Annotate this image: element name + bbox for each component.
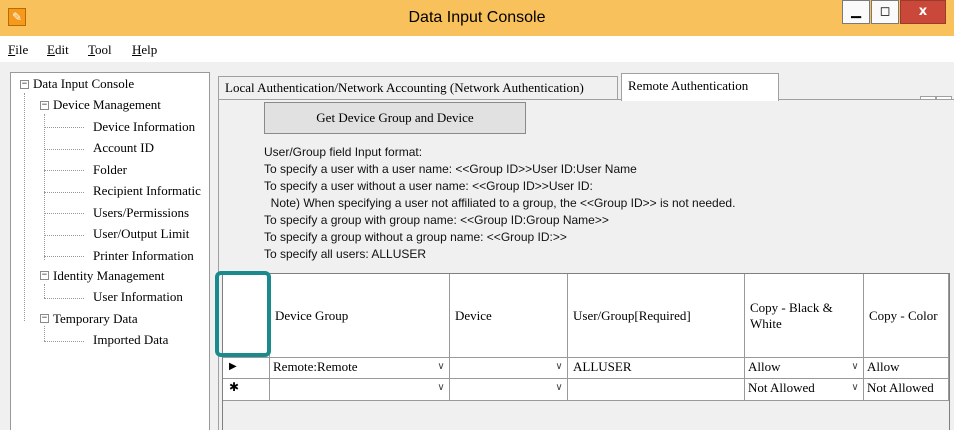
title-bar: ✎ Data Input Console <box>0 0 954 36</box>
device-select[interactable]: ∨ <box>450 379 568 401</box>
chevron-down-icon[interactable]: ∨ <box>551 379 567 400</box>
tree-imported-data[interactable]: Imported Data <box>93 332 168 348</box>
info-line: To specify a group with group name: <<Gr… <box>264 213 609 227</box>
tree-connector <box>44 192 84 193</box>
menu-edit[interactable]: Edit <box>47 42 69 58</box>
close-button[interactable]: x <box>900 0 946 24</box>
tree-root[interactable]: Data Input Console <box>33 76 134 92</box>
tree-connector <box>44 326 45 341</box>
tree-connector <box>44 114 45 260</box>
tree-printer-information[interactable]: Printer Information <box>93 248 194 264</box>
info-line: Note) When specifying a user not affilia… <box>264 196 736 210</box>
tree-account-id[interactable]: Account ID <box>93 140 154 156</box>
tree-users-permissions[interactable]: Users/Permissions <box>93 205 189 221</box>
menu-help[interactable]: Help <box>132 42 157 58</box>
new-row-icon[interactable]: ✱ <box>223 379 270 401</box>
tree-device-management[interactable]: Device Management <box>53 97 161 113</box>
maximize-button[interactable]: ◻ <box>871 0 899 24</box>
device-group-select[interactable]: Remote:Remote ∨ <box>270 358 450 379</box>
tree-user-output-limit[interactable]: User/Output Limit <box>93 226 189 242</box>
collapse-icon[interactable]: − <box>40 271 49 280</box>
tree-identity-management[interactable]: Identity Management <box>53 268 165 284</box>
tree-connector <box>44 170 84 171</box>
tree-connector <box>44 256 84 257</box>
copy-bw-value: Not Allowed <box>748 380 815 395</box>
device-group-value: Remote:Remote <box>273 359 358 374</box>
tree-connector <box>44 149 84 150</box>
tree-recipient-information[interactable]: Recipient Informatic <box>93 183 201 199</box>
get-device-group-label: Get Device Group and Device <box>316 110 474 125</box>
current-row-icon[interactable]: ▶ <box>223 358 270 379</box>
window-title: Data Input Console <box>408 9 546 26</box>
chevron-down-icon[interactable]: ∨ <box>551 358 567 378</box>
tab-local-authentication[interactable]: Local Authentication/Network Accounting … <box>218 76 618 100</box>
menu-bar: File Edit Tool Help <box>0 36 954 62</box>
chevron-down-icon[interactable]: ∨ <box>847 358 863 378</box>
collapse-icon[interactable]: − <box>20 80 29 89</box>
copy-bw-select[interactable]: Not Allowed ∨ <box>745 379 864 401</box>
minimize-button[interactable]: ▁ <box>842 0 870 24</box>
tree-device-information[interactable]: Device Information <box>93 119 195 135</box>
device-select[interactable]: ∨ <box>450 358 568 379</box>
info-line: To specify all users: ALLUSER <box>264 247 427 261</box>
tab-strip: Local Authentication/Network Accounting … <box>218 70 954 101</box>
info-line: To specify a group without a group name:… <box>264 230 567 244</box>
device-group-select[interactable]: ∨ <box>270 379 450 401</box>
chevron-down-icon[interactable]: ∨ <box>433 379 449 400</box>
info-line: To specify a user with a user name: <<Gr… <box>264 162 637 176</box>
tree-connector <box>24 93 25 321</box>
copy-color-select[interactable]: Allow <box>864 358 949 379</box>
column-header-copy-bw[interactable]: Copy - Black & White <box>745 274 864 358</box>
info-line: To specify a user without a user name: <… <box>264 179 593 193</box>
tab-remote-authentication[interactable]: Remote Authentication <box>621 73 779 101</box>
navigation-tree[interactable]: − Data Input Console − Device Management… <box>10 72 210 430</box>
tree-connector <box>44 284 45 298</box>
column-header-copy-color[interactable]: Copy - Color <box>864 274 949 358</box>
tree-connector <box>44 127 84 128</box>
chevron-down-icon[interactable]: ∨ <box>433 358 449 378</box>
tree-user-information[interactable]: User Information <box>93 289 183 305</box>
row-header-highlight <box>215 271 271 357</box>
tree-folder[interactable]: Folder <box>93 162 127 178</box>
menu-file[interactable]: File <box>8 42 28 58</box>
copy-color-select[interactable]: Not Allowed <box>864 379 949 401</box>
collapse-icon[interactable]: − <box>40 314 49 323</box>
tree-connector <box>44 341 84 342</box>
copy-bw-value: Allow <box>748 359 781 374</box>
tree-connector <box>44 235 84 236</box>
tree-connector <box>44 213 84 214</box>
copy-bw-select[interactable]: Allow ∨ <box>745 358 864 379</box>
column-header-device-group[interactable]: Device Group <box>270 274 450 358</box>
chevron-down-icon[interactable]: ∨ <box>847 379 863 400</box>
user-group-field[interactable] <box>568 379 745 401</box>
column-header-device[interactable]: Device <box>450 274 568 358</box>
column-header-user-group[interactable]: User/Group[Required] <box>568 274 745 358</box>
get-device-group-button[interactable]: Get Device Group and Device <box>264 102 526 134</box>
menu-tool[interactable]: Tool <box>88 42 112 58</box>
tree-temporary-data[interactable]: Temporary Data <box>53 311 138 327</box>
collapse-icon[interactable]: − <box>40 101 49 110</box>
permissions-grid: Device Group Device User/Group[Required]… <box>222 273 950 430</box>
user-group-field[interactable]: ALLUSER <box>568 358 745 379</box>
tree-connector <box>44 298 84 299</box>
info-line: User/Group field Input format: <box>264 145 423 159</box>
